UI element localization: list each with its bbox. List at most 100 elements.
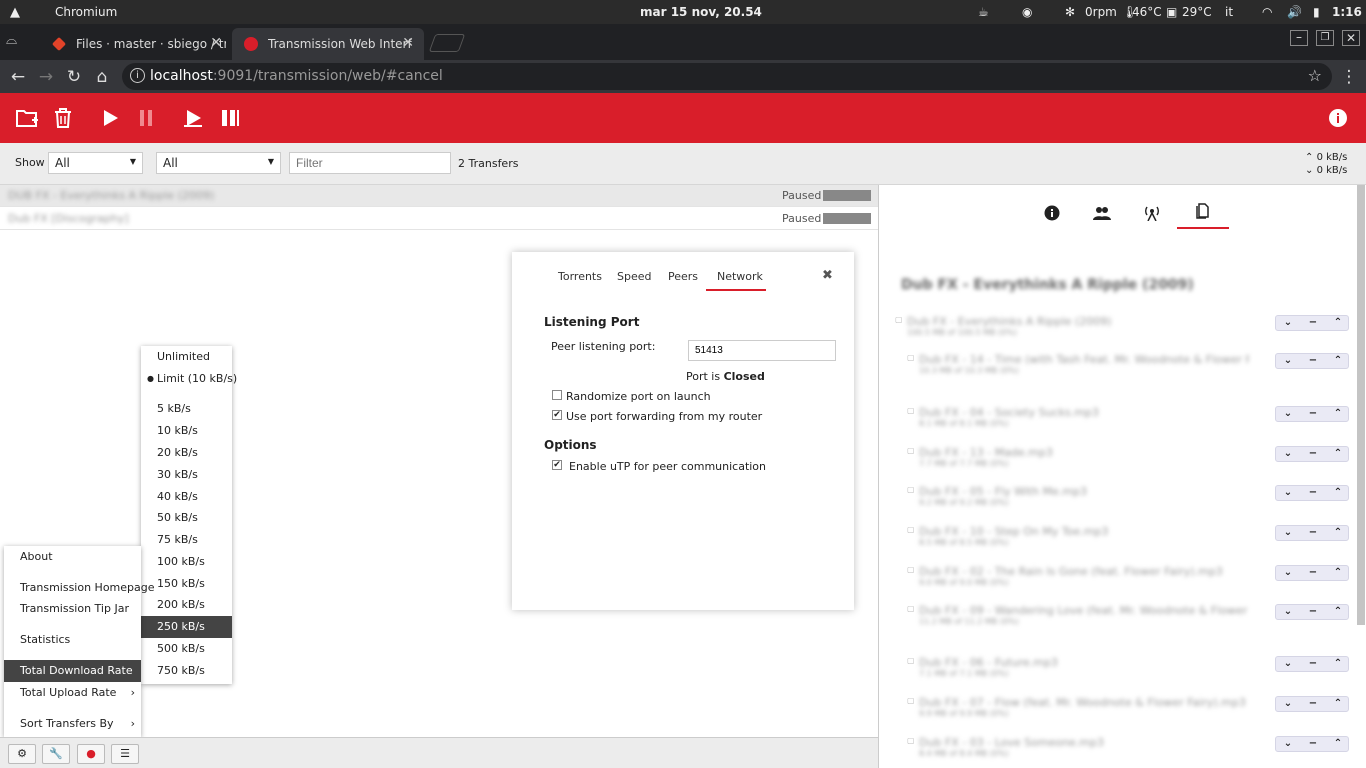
bookmark-star-icon[interactable]: ☆	[1308, 66, 1322, 85]
pause-torrent-button[interactable]	[134, 106, 158, 130]
site-info-icon[interactable]: i	[130, 68, 145, 83]
priority-normal-minus-icon[interactable]: −	[1301, 737, 1325, 751]
tab-torrents[interactable]: Torrents	[558, 270, 602, 283]
tab-peers[interactable]: Peers	[668, 270, 698, 283]
home-icon[interactable]: ⌂	[90, 65, 114, 89]
tab-network[interactable]: Network	[717, 270, 763, 283]
rate-menu-item[interactable]: 50 kB/s	[141, 507, 232, 529]
rate-menu-item[interactable]: 500 kB/s	[141, 638, 232, 660]
priority-high-chevron-up-icon[interactable]: ⌃	[1326, 526, 1350, 540]
priority-normal-minus-icon[interactable]: −	[1301, 486, 1325, 500]
file-checkbox[interactable]: ▢	[907, 525, 915, 534]
address-bar[interactable]: i localhost:9091/transmission/web/#cance…	[122, 63, 1332, 90]
priority-low-chevron-down-icon[interactable]: ⌄	[1276, 486, 1300, 500]
tab-speed[interactable]: Speed	[617, 270, 651, 283]
priority-low-chevron-down-icon[interactable]: ⌄	[1276, 447, 1300, 461]
priority-normal-minus-icon[interactable]: −	[1301, 697, 1325, 711]
port-forwarding-checkbox[interactable]: ✔	[552, 410, 562, 420]
tab-files-icon[interactable]	[1195, 203, 1211, 219]
turtle-mode-button[interactable]: ●	[77, 744, 105, 764]
resume-all-button[interactable]	[181, 106, 205, 130]
battery-icon[interactable]: ▮	[1313, 5, 1320, 19]
rate-menu-item[interactable]: 100 kB/s	[141, 551, 232, 573]
file-checkbox[interactable]: ▢	[907, 565, 915, 574]
rate-menu-item[interactable]: 750 kB/s	[141, 660, 232, 682]
priority-low-chevron-down-icon[interactable]: ⌄	[1276, 407, 1300, 421]
file-checkbox[interactable]: ▢	[907, 446, 915, 455]
scrollbar[interactable]	[1357, 185, 1365, 625]
forward-arrow-icon[interactable]: →	[34, 65, 58, 89]
peer-port-input[interactable]	[688, 340, 836, 361]
priority-high-chevron-up-icon[interactable]: ⌃	[1326, 566, 1350, 580]
menu-item-total-download-rate[interactable]: Total Download Rate	[4, 660, 141, 682]
priority-normal-minus-icon[interactable]: −	[1301, 316, 1325, 330]
rate-menu-item[interactable]: 75 kB/s	[141, 529, 232, 551]
priority-low-chevron-down-icon[interactable]: ⌄	[1276, 566, 1300, 580]
file-checkbox[interactable]: ▢	[907, 353, 915, 362]
rate-menu-item[interactable]: 20 kB/s	[141, 442, 232, 464]
file-checkbox[interactable]: ▢	[907, 406, 915, 415]
back-arrow-icon[interactable]: ←	[6, 65, 30, 89]
priority-low-chevron-down-icon[interactable]: ⌄	[1276, 737, 1300, 751]
rate-menu-item[interactable]: 10 kB/s	[141, 420, 232, 442]
settings-gear-button[interactable]: ⚙	[8, 744, 36, 764]
file-checkbox[interactable]: ▢	[907, 736, 915, 745]
file-checkbox[interactable]: ▢	[895, 315, 903, 324]
remove-torrent-button[interactable]	[51, 106, 75, 130]
tab-trackers-icon[interactable]	[1144, 205, 1160, 221]
rate-menu-item[interactable]: 5 kB/s	[141, 398, 232, 420]
tab-gitlab-files[interactable]: Files · master · sbiego / tr ✕	[40, 28, 232, 60]
arch-logo-icon[interactable]: ▲	[10, 5, 20, 20]
inspector-toggle-info-icon[interactable]	[1326, 106, 1350, 130]
rate-menu-item[interactable]: 30 kB/s	[141, 464, 232, 486]
menu-item-homepage[interactable]: Transmission Homepage	[4, 577, 155, 599]
close-icon[interactable]: ✖	[822, 268, 833, 283]
priority-normal-minus-icon[interactable]: −	[1301, 605, 1325, 619]
priority-high-chevron-up-icon[interactable]: ⌃	[1326, 407, 1350, 421]
reload-icon[interactable]: ↻	[62, 65, 86, 89]
pause-all-button[interactable]	[218, 106, 242, 130]
tab-transmission[interactable]: Transmission Web Interf ✕	[232, 28, 424, 60]
browser-menu-icon[interactable]: ⋮	[1337, 65, 1361, 89]
menu-item-statistics[interactable]: Statistics	[4, 629, 141, 651]
restore-button[interactable]: ❐	[1316, 30, 1334, 46]
file-checkbox[interactable]: ▢	[907, 696, 915, 705]
priority-normal-minus-icon[interactable]: −	[1301, 354, 1325, 368]
volume-icon[interactable]: 🔊	[1287, 5, 1302, 19]
menu-item-about[interactable]: About	[4, 546, 141, 568]
priority-high-chevron-up-icon[interactable]: ⌃	[1326, 697, 1350, 711]
priority-high-chevron-up-icon[interactable]: ⌃	[1326, 737, 1350, 751]
priority-normal-minus-icon[interactable]: −	[1301, 526, 1325, 540]
menu-item-tipjar[interactable]: Transmission Tip Jar	[4, 598, 141, 620]
caffeine-icon[interactable]: ☕	[978, 5, 989, 19]
close-icon[interactable]: ✕	[210, 35, 222, 51]
keyboard-language[interactable]: it	[1225, 5, 1233, 19]
rate-menu-item[interactable]: 200 kB/s	[141, 594, 232, 616]
menu-item-sort-by[interactable]: Sort Transfers By ›	[4, 713, 141, 735]
priority-high-chevron-up-icon[interactable]: ⌃	[1326, 447, 1350, 461]
priority-high-chevron-up-icon[interactable]: ⌃	[1326, 486, 1350, 500]
rate-menu-item[interactable]: Unlimited	[141, 346, 232, 368]
rate-menu-item[interactable]: ● Limit (10 kB/s)	[141, 368, 237, 390]
priority-low-chevron-down-icon[interactable]: ⌄	[1276, 657, 1300, 671]
priority-low-chevron-down-icon[interactable]: ⌄	[1276, 316, 1300, 330]
priority-low-chevron-down-icon[interactable]: ⌄	[1276, 605, 1300, 619]
file-checkbox[interactable]: ▢	[907, 656, 915, 665]
rate-menu-item[interactable]: 250 kB/s	[141, 616, 232, 638]
file-checkbox[interactable]: ▢	[907, 485, 915, 494]
menu-item-total-upload-rate[interactable]: Total Upload Rate ›	[4, 682, 141, 704]
wifi-icon[interactable]: ◠	[1262, 5, 1272, 19]
priority-high-chevron-up-icon[interactable]: ⌃	[1326, 657, 1350, 671]
priority-normal-minus-icon[interactable]: −	[1301, 447, 1325, 461]
priority-normal-minus-icon[interactable]: −	[1301, 566, 1325, 580]
filter-input[interactable]	[289, 152, 451, 174]
close-window-button[interactable]: ✕	[1342, 30, 1360, 46]
priority-high-chevron-up-icon[interactable]: ⌃	[1326, 354, 1350, 368]
tracker-filter-select[interactable]: All ▼	[156, 152, 281, 174]
priority-low-chevron-down-icon[interactable]: ⌄	[1276, 697, 1300, 711]
torrent-row[interactable]: DUB FX - Everythinks A Ripple (2009) Pau…	[0, 185, 878, 207]
system-time[interactable]: 1:16	[1332, 5, 1362, 19]
priority-normal-minus-icon[interactable]: −	[1301, 657, 1325, 671]
resume-torrent-button[interactable]	[98, 106, 122, 130]
priority-high-chevron-up-icon[interactable]: ⌃	[1326, 605, 1350, 619]
